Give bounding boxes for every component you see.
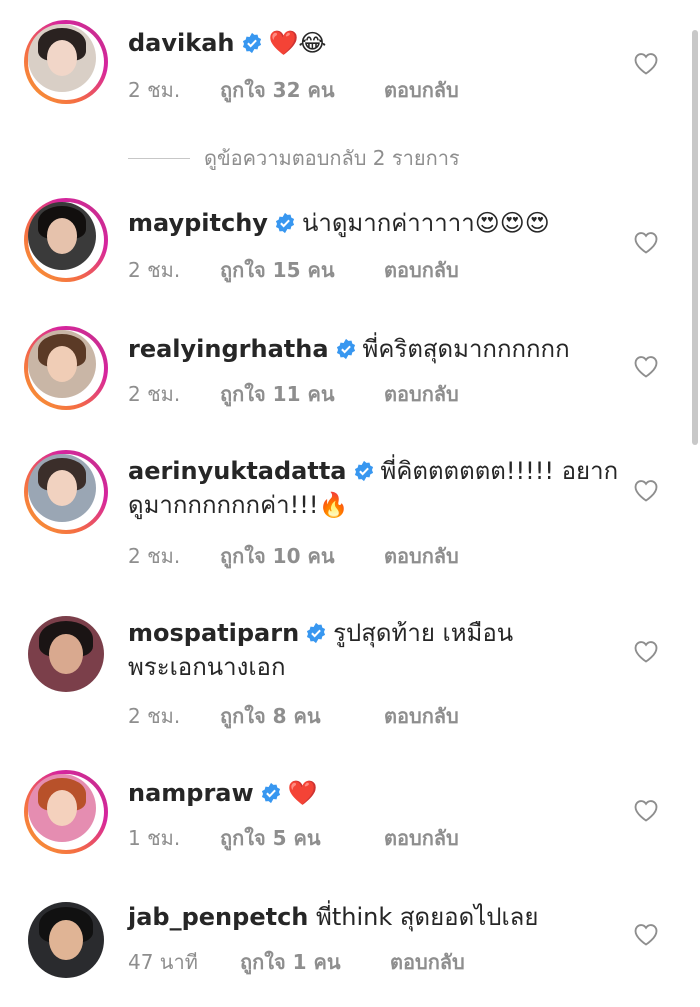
comment-time: 2 ชม. [128,704,181,728]
likes-count-link[interactable]: ถูกใจ 5 คน [220,822,321,854]
comment-time: 2 ชม. [128,258,181,282]
verified-badge-icon [275,212,295,234]
comment-time: 47 นาที [128,950,198,974]
comment-text: พี่think สุดยอดไปเลย [316,903,539,931]
comment-time: 2 ชม. [128,78,181,102]
verified-badge-icon [242,32,261,54]
comment-body: realyingrhatha พี่คริตสุดมากกกกกก [128,332,648,366]
reply-button[interactable]: ตอบกลับ [384,254,459,286]
comment-body: maypitchy น่าดูมากค่าาาาา😍😍😍 [128,206,648,240]
likes-count-link[interactable]: ถูกใจ 8 คน [220,700,321,732]
comment-text: พี่คริตสุดมากกกกกก [362,335,570,363]
avatar[interactable] [24,450,108,534]
username-link[interactable]: realyingrhatha [128,335,329,363]
divider [128,157,190,159]
comment-time: 2 ชม. [128,382,181,406]
comment-body: nampraw ❤️ [128,776,648,810]
reply-button[interactable]: ตอบกลับ [384,540,459,572]
comment-emoji: ❤️ [287,779,318,807]
comment-meta: 47 นาที ถูกใจ 1 คน ตอบกลับ [128,946,465,978]
scrollbar[interactable] [692,30,698,445]
avatar[interactable] [24,898,108,982]
avatar[interactable] [24,198,108,282]
likes-count-link[interactable]: ถูกใจ 1 คน [240,946,341,978]
view-replies-label: ดูข้อความตอบกลับ 2 รายการ [204,146,460,170]
verified-badge-icon [336,338,355,360]
likes-count-link[interactable]: ถูกใจ 15 คน [220,254,335,286]
reply-button[interactable]: ตอบกลับ [390,946,465,978]
avatar[interactable] [24,326,108,410]
avatar[interactable] [24,770,108,854]
heart-outline-icon[interactable] [632,797,660,823]
comment-meta: 2 ชม. ถูกใจ 11 คน ตอบกลับ [128,378,459,410]
reply-button[interactable]: ตอบกลับ [384,378,459,410]
likes-count-link[interactable]: ถูกใจ 11 คน [220,378,335,410]
comment-emoji: 🔥 [318,491,349,519]
comment-meta: 2 ชม. ถูกใจ 15 คน ตอบกลับ [128,254,459,286]
heart-outline-icon[interactable] [632,477,660,503]
avatar[interactable] [24,20,108,104]
heart-outline-icon[interactable] [632,229,660,255]
likes-count-link[interactable]: ถูกใจ 32 คน [220,74,335,106]
comment-body: jab_penpetch พี่think สุดยอดไปเลย [128,900,648,934]
username-link[interactable]: jab_penpetch [128,903,308,931]
reply-button[interactable]: ตอบกลับ [384,74,459,106]
reply-button[interactable]: ตอบกลับ [384,700,459,732]
comment-time: 2 ชม. [128,544,181,568]
comment-emoji: 😍😍😍 [474,209,550,237]
verified-badge-icon [307,622,326,644]
heart-outline-icon[interactable] [632,921,660,947]
comment-meta: 1 ชม. ถูกใจ 5 คน ตอบกลับ [128,822,459,854]
comment-meta: 2 ชม. ถูกใจ 32 คน ตอบกลับ [128,74,459,106]
comment-body: davikah ❤️😂 [128,26,648,60]
heart-outline-icon[interactable] [632,353,660,379]
reply-button[interactable]: ตอบกลับ [384,822,459,854]
view-replies-button[interactable]: ดูข้อความตอบกลับ 2 รายการ [128,142,460,174]
verified-badge-icon [354,460,373,482]
comment-body: aerinyuktadatta พี่คิตตตตตต!!!!! อยากดูมา… [128,454,628,522]
username-link[interactable]: maypitchy [128,209,268,237]
username-link[interactable]: aerinyuktadatta [128,457,347,485]
username-link[interactable]: nampraw [128,779,254,807]
comment-meta: 2 ชม. ถูกใจ 10 คน ตอบกลับ [128,540,459,572]
comment-emoji: ❤️😂 [268,29,327,57]
username-link[interactable]: davikah [128,29,235,57]
verified-badge-icon [261,782,280,804]
comment-time: 1 ชม. [128,826,181,850]
comment-meta: 2 ชม. ถูกใจ 8 คน ตอบกลับ [128,700,459,732]
comment-text: น่าดูมากค่าาาาา [301,209,475,237]
likes-count-link[interactable]: ถูกใจ 10 คน [220,540,335,572]
heart-outline-icon[interactable] [632,50,660,76]
avatar[interactable] [24,612,108,696]
heart-outline-icon[interactable] [632,638,660,664]
comment-body: mospatiparn รูปสุดท้าย เหมือนพระเอกนางเอก [128,616,548,684]
username-link[interactable]: mospatiparn [128,619,299,647]
